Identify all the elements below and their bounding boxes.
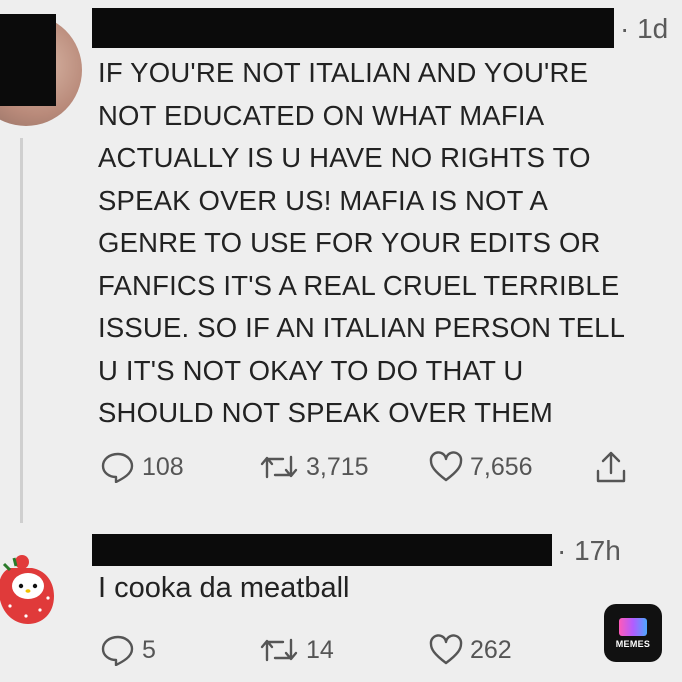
reply-button[interactable]: 108: [100, 451, 184, 483]
retweet-arrows-icon: [258, 634, 300, 666]
like-button[interactable]: 7,656: [428, 451, 533, 483]
retweet-arrows-icon: [258, 451, 300, 483]
share-upload-icon: [594, 449, 628, 485]
like-count: 7,656: [470, 452, 533, 481]
retweet-count: 14: [306, 635, 334, 664]
username-redaction: [92, 8, 614, 48]
tweet-text: IF YOU'RE NOT ITALIAN AND YOU'RE NOT EDU…: [98, 57, 626, 428]
reply-button[interactable]: 5: [100, 634, 156, 666]
like-button[interactable]: 262: [428, 634, 512, 666]
avatar[interactable]: [0, 546, 60, 630]
heart-icon: [428, 634, 464, 666]
retweet-button[interactable]: 3,715: [258, 451, 369, 483]
like-count: 262: [470, 635, 512, 664]
tweet-text: I cooka da meatball: [98, 572, 350, 604]
heart-icon: [428, 451, 464, 483]
memes-logo-icon: [619, 617, 647, 636]
retweet-count: 3,715: [306, 452, 369, 481]
username-redaction: [92, 534, 552, 566]
retweet-button[interactable]: 14: [258, 634, 334, 666]
share-button[interactable]: [594, 449, 628, 485]
speech-bubble-icon: [100, 634, 136, 666]
memes-watermark-label: MEMES: [615, 638, 651, 649]
speech-bubble-icon: [100, 451, 136, 483]
reply-count: 108: [142, 452, 184, 481]
tweet-timestamp[interactable]: · 17h: [557, 535, 621, 567]
reply-count: 5: [142, 635, 156, 664]
thread-line: [20, 138, 23, 523]
avatar-redaction: [0, 14, 56, 106]
memes-watermark: MEMES: [604, 604, 662, 662]
tweet-timestamp[interactable]: · 1d: [620, 13, 668, 45]
